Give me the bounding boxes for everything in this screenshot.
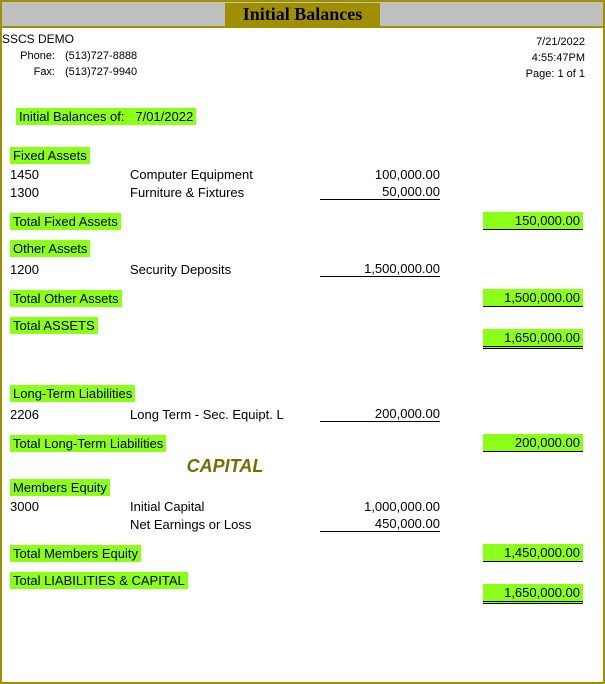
run-date: 7/21/2022 bbox=[526, 34, 585, 50]
total-fixed-assets: Total Fixed Assets 150,000.00 bbox=[10, 210, 595, 230]
phone-row: Phone: (513)727-8888 bbox=[10, 50, 595, 62]
as-of-date: 7/01/2022 bbox=[135, 109, 193, 124]
section-fixed-assets: Fixed Assets bbox=[10, 147, 595, 164]
meta-block: 7/21/2022 4:55:47PM Page: 1 of 1 bbox=[526, 34, 585, 82]
as-of-label: Initial Balances of: bbox=[19, 109, 125, 124]
report-frame: Initial Balances SSCS DEMO Phone: (513)7… bbox=[0, 0, 605, 684]
line-item: 3000 Initial Capital 1,000,000.00 bbox=[10, 498, 595, 514]
line-item: 1450 Computer Equipment 100,000.00 bbox=[10, 166, 595, 182]
title-bar: Initial Balances bbox=[2, 2, 603, 28]
page-number: Page: 1 of 1 bbox=[526, 66, 585, 82]
total-liabilities-capital: Total LIABILITIES & CAPITAL 1,650,000.00 bbox=[10, 572, 595, 604]
phone-label: Phone: bbox=[10, 50, 65, 62]
total-other-assets: Total Other Assets 1,500,000.00 bbox=[10, 287, 595, 307]
line-item: 1300 Furniture & Fixtures 50,000.00 bbox=[10, 182, 595, 200]
report-body: SSCS DEMO Phone: (513)727-8888 Fax: (513… bbox=[2, 28, 603, 622]
line-item: 2206 Long Term - Sec. Equipt. L 200,000.… bbox=[10, 404, 595, 422]
line-item: Net Earnings or Loss 450,000.00 bbox=[10, 514, 595, 532]
as-of-line: Initial Balances of: 7/01/2022 bbox=[10, 106, 595, 127]
fax-row: Fax: (513)727-9940 bbox=[10, 66, 595, 78]
section-members-equity: Members Equity bbox=[10, 479, 595, 496]
phone-value: (513)727-8888 bbox=[65, 50, 137, 62]
line-item: 1200 Security Deposits 1,500,000.00 bbox=[10, 259, 595, 277]
total-long-term-liabilities: Total Long-Term Liabilities 200,000.00 bbox=[10, 432, 595, 452]
run-time: 4:55:47PM bbox=[526, 50, 585, 66]
section-other-assets: Other Assets bbox=[10, 240, 595, 257]
report-title: Initial Balances bbox=[225, 3, 381, 26]
section-long-term-liabilities: Long-Term Liabilities bbox=[10, 385, 595, 402]
total-members-equity: Total Members Equity 1,450,000.00 bbox=[10, 542, 595, 562]
company-name: SSCS DEMO bbox=[2, 32, 595, 46]
fax-value: (513)727-9940 bbox=[65, 66, 137, 78]
fax-label: Fax: bbox=[10, 66, 65, 78]
total-assets: Total ASSETS 1,650,000.00 bbox=[10, 317, 595, 349]
capital-heading: CAPITAL bbox=[10, 456, 440, 477]
